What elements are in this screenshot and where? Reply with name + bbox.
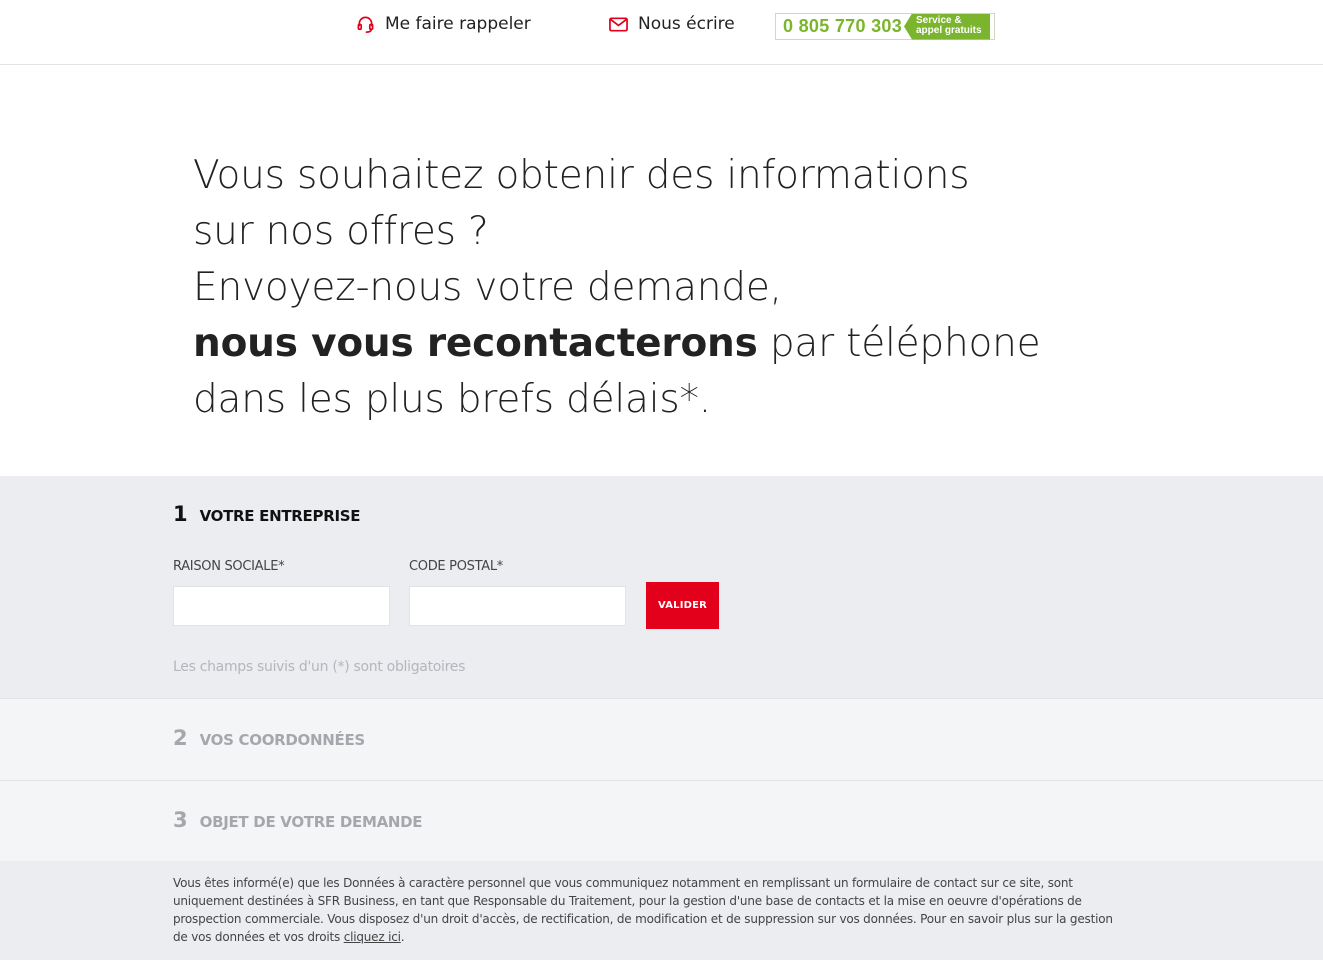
legal-body: Vous êtes informé(e) que les Données à c… [173, 876, 1113, 944]
required-fields-note: Les champs suivis d'un (*) sont obligato… [173, 659, 466, 675]
step-title: VOTRE ENTREPRISE [199, 507, 361, 525]
step-number: 3 [173, 808, 188, 832]
step-company: 1 VOTRE ENTREPRISE RAISON SOCIALE* CODE … [0, 476, 1323, 698]
step-title: OBJET DE VOTRE DEMANDE [199, 813, 423, 831]
legal-link[interactable]: cliquez ici [344, 930, 401, 944]
legal-end: . [400, 930, 405, 944]
callback-label: Me faire rappeler [385, 14, 531, 34]
step-header: 1 VOTRE ENTREPRISE [173, 502, 360, 526]
legal-text: Vous êtes informé(e) que les Données à c… [173, 874, 1113, 946]
step-request-subject[interactable]: 3 OBJET DE VOTRE DEMANDE [0, 780, 1323, 861]
phone-tag-line2: appel gratuits [916, 24, 982, 36]
hero-line-1: Vous souhaitez obtenir des informations [193, 153, 970, 198]
envelope-icon [609, 16, 628, 32]
hero-heading: Vous souhaitez obtenir des informations … [193, 148, 1073, 428]
hero-line-5: dans les plus brefs délais*. [193, 377, 711, 422]
write-label: Nous écrire [638, 14, 735, 34]
phone-number: 0 805 770 303 [783, 16, 903, 36]
step-contact-details[interactable]: 2 VOS COORDONNÉES [0, 698, 1323, 780]
hero-line-4-rest: par téléphone [757, 321, 1041, 366]
step-header: 3 OBJET DE VOTRE DEMANDE [173, 808, 423, 832]
write-link[interactable]: Nous écrire [609, 14, 735, 34]
step-number: 2 [173, 726, 188, 750]
code-postal-label: CODE POSTAL* [409, 559, 503, 574]
step-header: 2 VOS COORDONNÉES [173, 726, 365, 750]
headset-icon [356, 15, 375, 34]
legal-notice: Vous êtes informé(e) que les Données à c… [0, 861, 1323, 960]
code-postal-input[interactable] [409, 586, 626, 626]
top-bar: Me faire rappeler Nous écrire 0 805 770 … [0, 0, 1323, 65]
step-title: VOS COORDONNÉES [199, 731, 366, 749]
phone-tag: Service & appel gratuits [904, 13, 990, 40]
hero-line-4: nous vous recontacterons par téléphone [193, 316, 1073, 372]
hero-line-2: sur nos offres ? [193, 209, 489, 254]
validate-button[interactable]: VALIDER [646, 582, 719, 629]
step-number: 1 [173, 502, 188, 526]
free-phone-badge[interactable]: 0 805 770 303 Service & appel gratuits [775, 13, 995, 40]
raison-sociale-input[interactable] [173, 586, 390, 626]
callback-link[interactable]: Me faire rappeler [356, 14, 531, 34]
hero-emphasis: nous vous recontacterons [193, 321, 758, 366]
hero-line-3: Envoyez-nous votre demande, [193, 265, 782, 310]
raison-sociale-label: RAISON SOCIALE* [173, 559, 285, 574]
